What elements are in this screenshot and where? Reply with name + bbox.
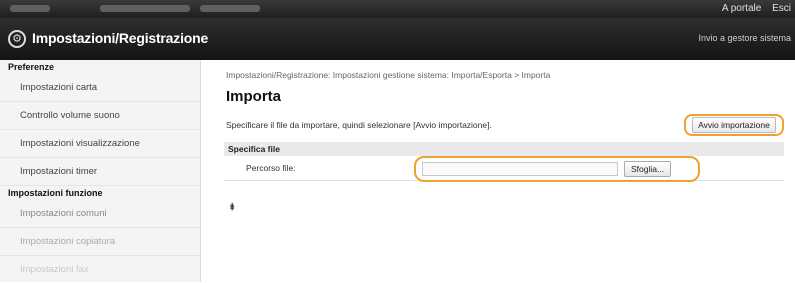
sidebar-item-common[interactable]: Impostazioni comuni [0, 200, 200, 228]
blurred-text [200, 5, 260, 12]
blurred-text [100, 5, 190, 12]
start-import-highlight: Avvio importazione [684, 114, 784, 136]
page-header-title: Impostazioni/Registrazione [32, 30, 209, 46]
sidebar-item-timer[interactable]: Impostazioni timer [0, 158, 200, 186]
logout-link[interactable]: Esci [772, 3, 791, 14]
gear-icon: ⚙ [8, 30, 26, 48]
app-header: ⚙ Impostazioni/Registrazione Invio a ges… [0, 18, 795, 60]
top-links: A portale Esci [714, 3, 791, 14]
file-path-input[interactable] [422, 162, 618, 176]
page-title: Importa [226, 88, 282, 105]
portal-link[interactable]: A portale [722, 3, 761, 14]
sidebar-item-copy[interactable]: Impostazioni copiatura [0, 228, 200, 256]
sidebar-item-fax[interactable]: Impostazioni fax [0, 256, 200, 283]
sidebar-item-volume[interactable]: Controllo volume suono [0, 102, 200, 130]
sidebar-item-display[interactable]: Impostazioni visualizzazione [0, 130, 200, 158]
back-to-top-icon[interactable]: ⯒ [230, 200, 234, 217]
instruction-text: Specificare il file da importare, quindi… [226, 120, 492, 130]
sidebar-item-paper[interactable]: Impostazioni carta [0, 74, 200, 102]
send-to-admin-link[interactable]: Invio a gestore sistema [698, 33, 791, 43]
spec-file-header: Specifica file [224, 142, 784, 156]
browse-button[interactable]: Sfoglia... [624, 161, 672, 177]
sidebar-section-preferences: Preferenze [8, 62, 55, 72]
top-bar: A portale Esci [0, 0, 795, 18]
sidebar-section-functions: Impostazioni funzione [8, 188, 103, 198]
file-path-label: Percorso file: [246, 163, 296, 173]
sidebar: Preferenze Impostazioni carta Controllo … [0, 60, 201, 282]
start-import-button[interactable]: Avvio importazione [692, 117, 776, 133]
blurred-text [10, 5, 50, 12]
breadcrumb: Impostazioni/Registrazione: Impostazioni… [226, 70, 551, 80]
file-input-highlight: Sfoglia... [414, 156, 700, 182]
main-content: Impostazioni/Registrazione: Impostazioni… [214, 60, 795, 282]
